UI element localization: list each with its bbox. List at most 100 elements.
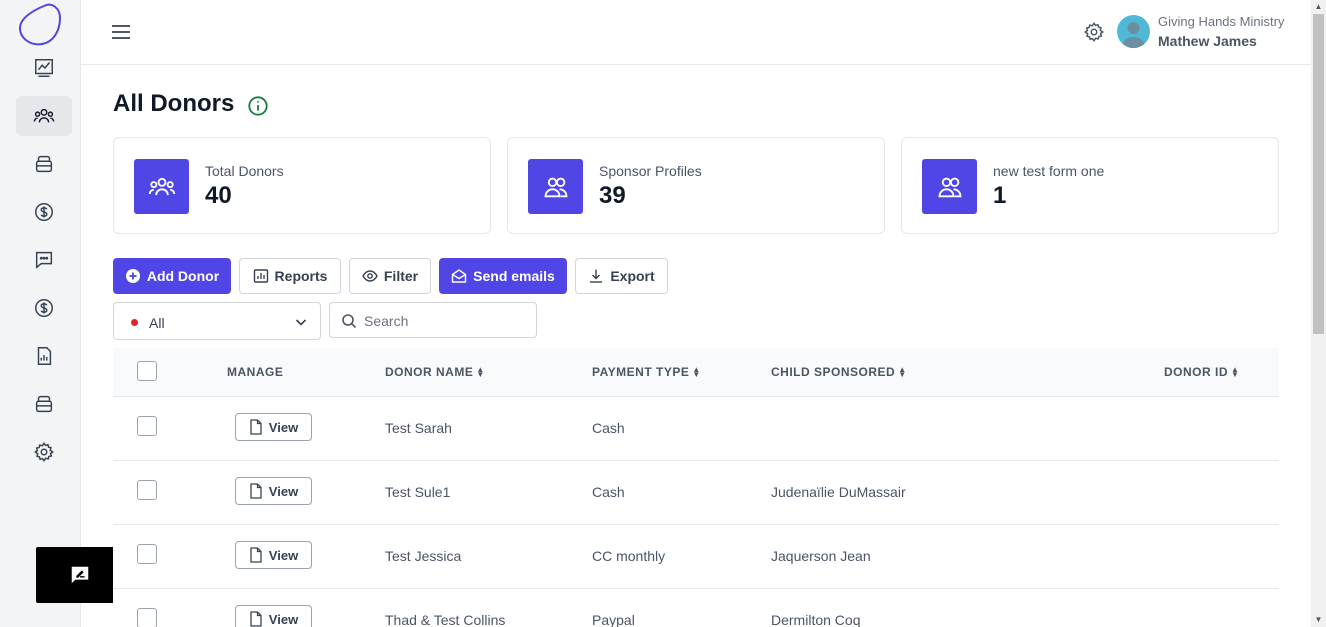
column-label: CHILD SPONSORED: [771, 365, 896, 379]
donor-name-cell: Test Sule1: [385, 484, 451, 500]
stat-icon-box: [134, 159, 189, 214]
chat-edit-icon: [71, 566, 89, 584]
users-group-icon: [148, 177, 175, 195]
report-icon: [37, 347, 52, 365]
document-icon: [250, 611, 262, 627]
send-emails-button[interactable]: Send emails: [439, 258, 567, 294]
stat-label: Total Donors: [205, 163, 284, 179]
row-checkbox[interactable]: [137, 480, 157, 500]
row-checkbox[interactable]: [137, 416, 157, 436]
payment-type-cell: Paypal: [592, 612, 635, 627]
document-icon: [250, 547, 262, 563]
user-name[interactable]: Mathew James: [1158, 33, 1257, 49]
child-sponsored-cell: Jaquerson Jean: [771, 548, 871, 564]
stat-card-sponsor-profiles: Sponsor Profiles 39: [507, 137, 885, 234]
stat-value: 40: [205, 182, 232, 209]
nav-settings[interactable]: [16, 432, 72, 472]
archive-icon: [35, 395, 53, 413]
column-header-payment-type[interactable]: PAYMENT TYPE ▲ ▼: [592, 365, 701, 379]
column-header-child-sponsored[interactable]: CHILD SPONSORED ▲ ▼: [771, 365, 907, 379]
column-label: MANAGE: [227, 365, 284, 379]
status-filter-value: All: [149, 315, 165, 331]
column-header-manage: MANAGE: [227, 365, 283, 379]
select-all-checkbox[interactable]: [137, 361, 157, 381]
nav-reports[interactable]: [16, 336, 72, 376]
nav-inventory[interactable]: [16, 144, 72, 184]
sort-icon[interactable]: ▲ ▼: [898, 366, 906, 379]
stat-card-total-donors: Total Donors 40: [113, 137, 491, 234]
status-filter-select[interactable]: All: [113, 302, 321, 340]
avatar[interactable]: [1117, 15, 1150, 48]
hamburger-menu-icon[interactable]: [111, 22, 131, 42]
row-checkbox[interactable]: [137, 608, 157, 627]
search-box[interactable]: [329, 302, 537, 338]
nav-donations[interactable]: [16, 192, 72, 232]
row-checkbox[interactable]: [137, 544, 157, 564]
stat-label: Sponsor Profiles: [599, 163, 702, 179]
reports-label: Reports: [274, 268, 328, 284]
scroll-up-arrow-icon[interactable]: ▲: [1314, 2, 1323, 11]
stat-value: 39: [599, 182, 626, 209]
stat-card-test-form: new test form one 1: [901, 137, 1279, 234]
stat-label: new test form one: [993, 163, 1105, 179]
add-donor-button[interactable]: Add Donor: [113, 258, 231, 294]
sidebar: [0, 0, 81, 627]
export-button[interactable]: Export: [575, 258, 668, 294]
users-icon: [938, 177, 961, 197]
download-icon: [590, 269, 603, 283]
table-header: MANAGE DONOR NAME ▲ ▼ PAYMENT TYPE ▲ ▼ CHI…: [113, 348, 1279, 397]
sort-icon[interactable]: ▲ ▼: [692, 366, 700, 379]
dollar-circle-icon: [35, 203, 53, 221]
nav-dashboard[interactable]: [16, 48, 72, 88]
child-sponsored-cell: Dermilton Coq: [771, 612, 861, 627]
info-icon[interactable]: [247, 95, 269, 117]
scroll-thumb[interactable]: [1313, 14, 1324, 334]
nav-donors[interactable]: [16, 96, 72, 136]
top-header: Giving Hands Ministry Mathew James: [81, 0, 1311, 65]
plus-circle-icon: [125, 269, 140, 283]
column-label: DONOR NAME: [385, 365, 474, 379]
feedback-chat-button[interactable]: [36, 547, 124, 603]
archive-icon: [35, 155, 53, 173]
table-row: View Thad & Test Collins Paypal Dermilto…: [113, 589, 1279, 627]
nav-messages[interactable]: [16, 240, 72, 280]
payment-type-cell: Cash: [592, 484, 625, 500]
page-title: All Donors: [113, 90, 235, 117]
user-avatar-icon: [1122, 22, 1145, 48]
chart-line-icon: [35, 59, 53, 77]
view-button[interactable]: View: [235, 605, 312, 627]
filter-button[interactable]: Filter: [349, 258, 431, 294]
envelope-open-icon: [451, 269, 467, 283]
gear-icon[interactable]: [1083, 21, 1105, 43]
reports-button[interactable]: Reports: [239, 258, 341, 294]
scroll-down-arrow-icon[interactable]: ▼: [1314, 615, 1323, 624]
search-input[interactable]: [364, 311, 529, 331]
export-label: Export: [610, 268, 655, 284]
users-icon: [544, 177, 567, 197]
search-icon: [342, 314, 357, 329]
view-button[interactable]: View: [235, 477, 312, 505]
view-button[interactable]: View: [235, 413, 312, 441]
column-header-donor-name[interactable]: DONOR NAME ▲ ▼: [385, 365, 485, 379]
view-label: View: [268, 419, 299, 435]
chevron-down-icon: [295, 319, 307, 326]
dollar-circle-icon: [35, 299, 53, 317]
column-label: PAYMENT TYPE: [592, 365, 690, 379]
table-row: View Test Jessica CC monthly Jaquerson J…: [113, 525, 1279, 589]
column-header-donor-id[interactable]: DONOR ID ▲ ▼: [1164, 365, 1239, 379]
view-button[interactable]: View: [235, 541, 312, 569]
bar-chart-icon: [253, 269, 268, 283]
table-row: View Test Sarah Cash: [113, 397, 1279, 461]
payment-type-cell: CC monthly: [592, 548, 666, 564]
page-scrollbar[interactable]: ▲ ▼: [1311, 0, 1326, 627]
nav-payments[interactable]: [16, 288, 72, 328]
column-label: DONOR ID: [1164, 365, 1228, 379]
filter-label: Filter: [383, 268, 419, 284]
sort-icon[interactable]: ▲ ▼: [476, 366, 484, 379]
donor-name-cell: Test Sarah: [385, 420, 452, 436]
sort-icon[interactable]: ▲ ▼: [1231, 366, 1239, 379]
eye-icon: [362, 270, 378, 282]
nav-archive[interactable]: [16, 384, 72, 424]
app-logo[interactable]: [16, 2, 64, 46]
view-label: View: [268, 483, 299, 499]
